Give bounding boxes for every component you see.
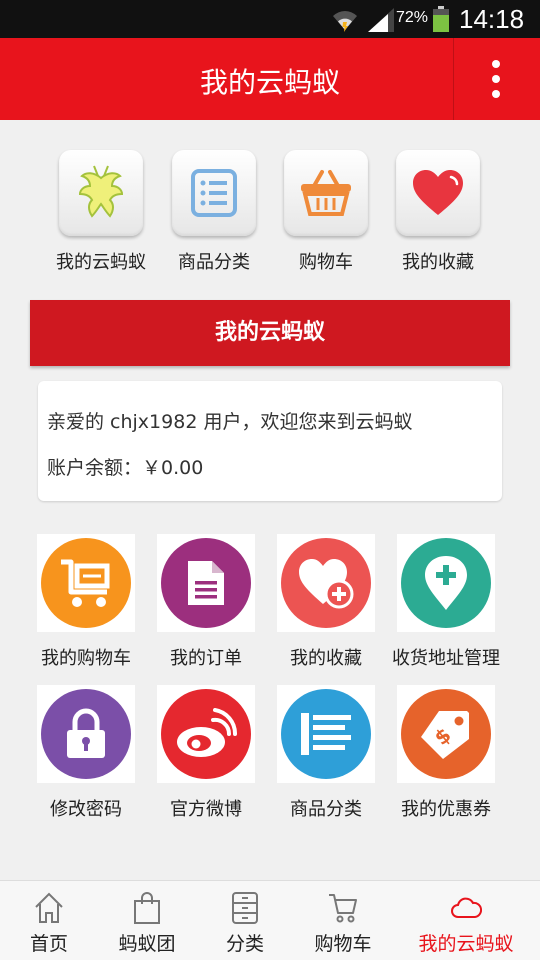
nav-home[interactable]: 首页 xyxy=(0,881,98,960)
app-header: 我的云蚂蚁 xyxy=(0,38,540,120)
quick-nav-favorites[interactable]: 我的收藏 xyxy=(390,150,486,274)
more-vertical-icon[interactable] xyxy=(475,58,517,100)
nav-group-buy[interactable]: 蚂蚁团 xyxy=(98,881,196,960)
status-bar: 72% 14:18 xyxy=(0,0,540,38)
wifi-icon xyxy=(330,6,360,36)
menu-grid-label: 我的订单 xyxy=(170,648,242,669)
nav-categories[interactable]: 分类 xyxy=(196,881,294,960)
ant-icon xyxy=(59,150,143,236)
clock: 14:18 xyxy=(459,4,525,34)
list-icon xyxy=(172,150,256,236)
quick-nav-my-ant[interactable]: 我的云蚂蚁 xyxy=(53,150,149,274)
list-icon xyxy=(281,689,371,779)
nav-cart[interactable]: 购物车 xyxy=(294,881,392,960)
basket-icon xyxy=(284,150,368,236)
bag-icon xyxy=(131,891,163,925)
welcome-card: 亲爱的 chjx1982 用户，欢迎您来到云蚂蚁 账户余额：￥0.00 xyxy=(38,381,502,501)
welcome-greeting: 亲爱的 chjx1982 用户，欢迎您来到云蚂蚁 xyxy=(47,411,413,433)
document-icon xyxy=(161,538,251,628)
menu-grid-label: 我的优惠券 xyxy=(401,799,491,820)
official-weibo-button[interactable]: 官方微博 xyxy=(146,685,266,821)
categories-button[interactable]: 商品分类 xyxy=(266,685,386,821)
quick-nav-cart[interactable]: 购物车 xyxy=(278,150,374,274)
cabinet-icon xyxy=(229,891,261,925)
my-cart-button[interactable]: 我的购物车 xyxy=(26,534,146,670)
quick-nav-categories[interactable]: 商品分类 xyxy=(166,150,262,274)
battery-percent: 72% xyxy=(396,9,429,26)
menu-grid-label: 收货地址管理 xyxy=(392,648,500,669)
heart-icon xyxy=(396,150,480,236)
menu-grid-label: 官方微博 xyxy=(170,799,242,820)
section-banner: 我的云蚂蚁 xyxy=(30,300,510,366)
bottom-nav: 首页 蚂蚁团 分类 购物车 我的云蚂蚁 xyxy=(0,880,540,960)
page-title: 我的云蚂蚁 xyxy=(199,66,340,99)
cart-icon xyxy=(327,891,359,925)
cloud-icon xyxy=(450,891,483,925)
home-icon xyxy=(33,891,65,925)
cart-icon xyxy=(41,538,131,628)
quick-nav-label: 我的收藏 xyxy=(402,252,474,273)
nav-label: 分类 xyxy=(225,933,264,955)
quick-nav-label: 我的云蚂蚁 xyxy=(56,252,146,273)
quick-nav-label: 商品分类 xyxy=(178,252,250,273)
menu-grid-label: 我的购物车 xyxy=(41,648,131,669)
menu-grid-label: 商品分类 xyxy=(290,799,362,820)
my-orders-button[interactable]: 我的订单 xyxy=(146,534,266,670)
address-management-button[interactable]: 收货地址管理 xyxy=(386,534,506,670)
menu-grid-label: 我的收藏 xyxy=(290,648,362,669)
nav-label: 我的云蚂蚁 xyxy=(418,933,514,955)
nav-my-account[interactable]: 我的云蚂蚁 xyxy=(392,881,540,960)
weibo-icon xyxy=(161,689,251,779)
heart-plus-icon xyxy=(281,538,371,628)
quick-nav-label: 购物车 xyxy=(299,252,353,273)
my-coupons-button[interactable]: $ 我的优惠券 xyxy=(386,685,506,821)
account-balance: 账户余额：￥0.00 xyxy=(47,457,204,479)
signal-icon xyxy=(368,8,394,36)
my-favorites-button[interactable]: 我的收藏 xyxy=(266,534,386,670)
lock-icon xyxy=(41,689,131,779)
nav-label: 购物车 xyxy=(314,933,372,955)
nav-label: 蚂蚁团 xyxy=(118,933,176,955)
price-tag-icon: $ xyxy=(401,689,491,779)
change-password-button[interactable]: 修改密码 xyxy=(26,685,146,821)
nav-label: 首页 xyxy=(29,933,68,955)
header-divider xyxy=(453,38,454,120)
location-plus-icon xyxy=(401,538,491,628)
menu-grid-label: 修改密码 xyxy=(50,799,122,820)
battery-icon xyxy=(433,6,449,32)
